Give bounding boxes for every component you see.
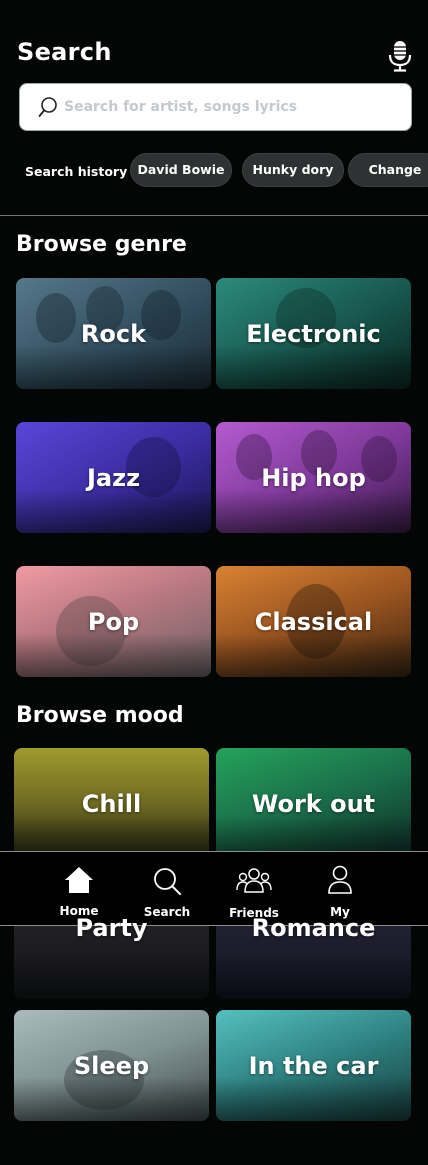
browse-mood-title: Browse mood [16, 703, 184, 728]
history-chip-change[interactable]: Change [348, 153, 428, 187]
genre-label-electronic: Electronic [246, 319, 381, 348]
home-icon [65, 867, 93, 893]
divider [0, 215, 428, 216]
genre-label-hip-hop: Hip hop [261, 463, 366, 492]
history-chip-david-bowie[interactable]: David Bowie [130, 153, 232, 187]
search-icon [38, 97, 57, 117]
search-history-label: Search history [25, 164, 128, 179]
mood-label-work-out: Work out [251, 789, 376, 818]
search-bar[interactable] [19, 83, 412, 131]
friends-icon [236, 868, 272, 893]
genre-card-jazz[interactable]: Jazz [16, 422, 211, 533]
history-chip-hunky-dory[interactable]: Hunky dory [242, 153, 344, 187]
genre-label-pop: Pop [87, 607, 140, 636]
page-title: Search [17, 38, 112, 66]
genre-card-electronic[interactable]: Electronic [216, 278, 411, 389]
mood-label-chill: Chill [81, 789, 142, 818]
mood-card-sleep[interactable]: Sleep [14, 1010, 209, 1121]
search-history: Search history David Bowie Hunky dory Ch… [0, 152, 428, 190]
microphone-icon[interactable] [388, 40, 412, 72]
search-input[interactable] [62, 98, 386, 116]
mood-label-in-the-car: In the car [248, 1051, 379, 1080]
genre-card-classical[interactable]: Classical [216, 566, 411, 677]
genre-label-rock: Rock [80, 319, 147, 348]
mood-card-in-the-car[interactable]: In the car [216, 1010, 411, 1121]
genre-card-pop[interactable]: Pop [16, 566, 211, 677]
mood-card-chill[interactable]: Chill [14, 748, 209, 859]
mood-label-party: Party [75, 913, 148, 942]
mood-label-romance: Romance [251, 913, 376, 942]
genre-label-jazz: Jazz [86, 463, 141, 492]
browse-genre-title: Browse genre [16, 232, 187, 257]
genre-card-rock[interactable]: Rock [16, 278, 211, 389]
mood-card-work-out[interactable]: Work out [216, 748, 411, 859]
genre-card-hip-hop[interactable]: Hip hop [216, 422, 411, 533]
genre-label-classical: Classical [254, 607, 373, 636]
profile-icon [328, 865, 352, 894]
search-icon [154, 868, 181, 895]
mood-label-sleep: Sleep [73, 1051, 150, 1080]
